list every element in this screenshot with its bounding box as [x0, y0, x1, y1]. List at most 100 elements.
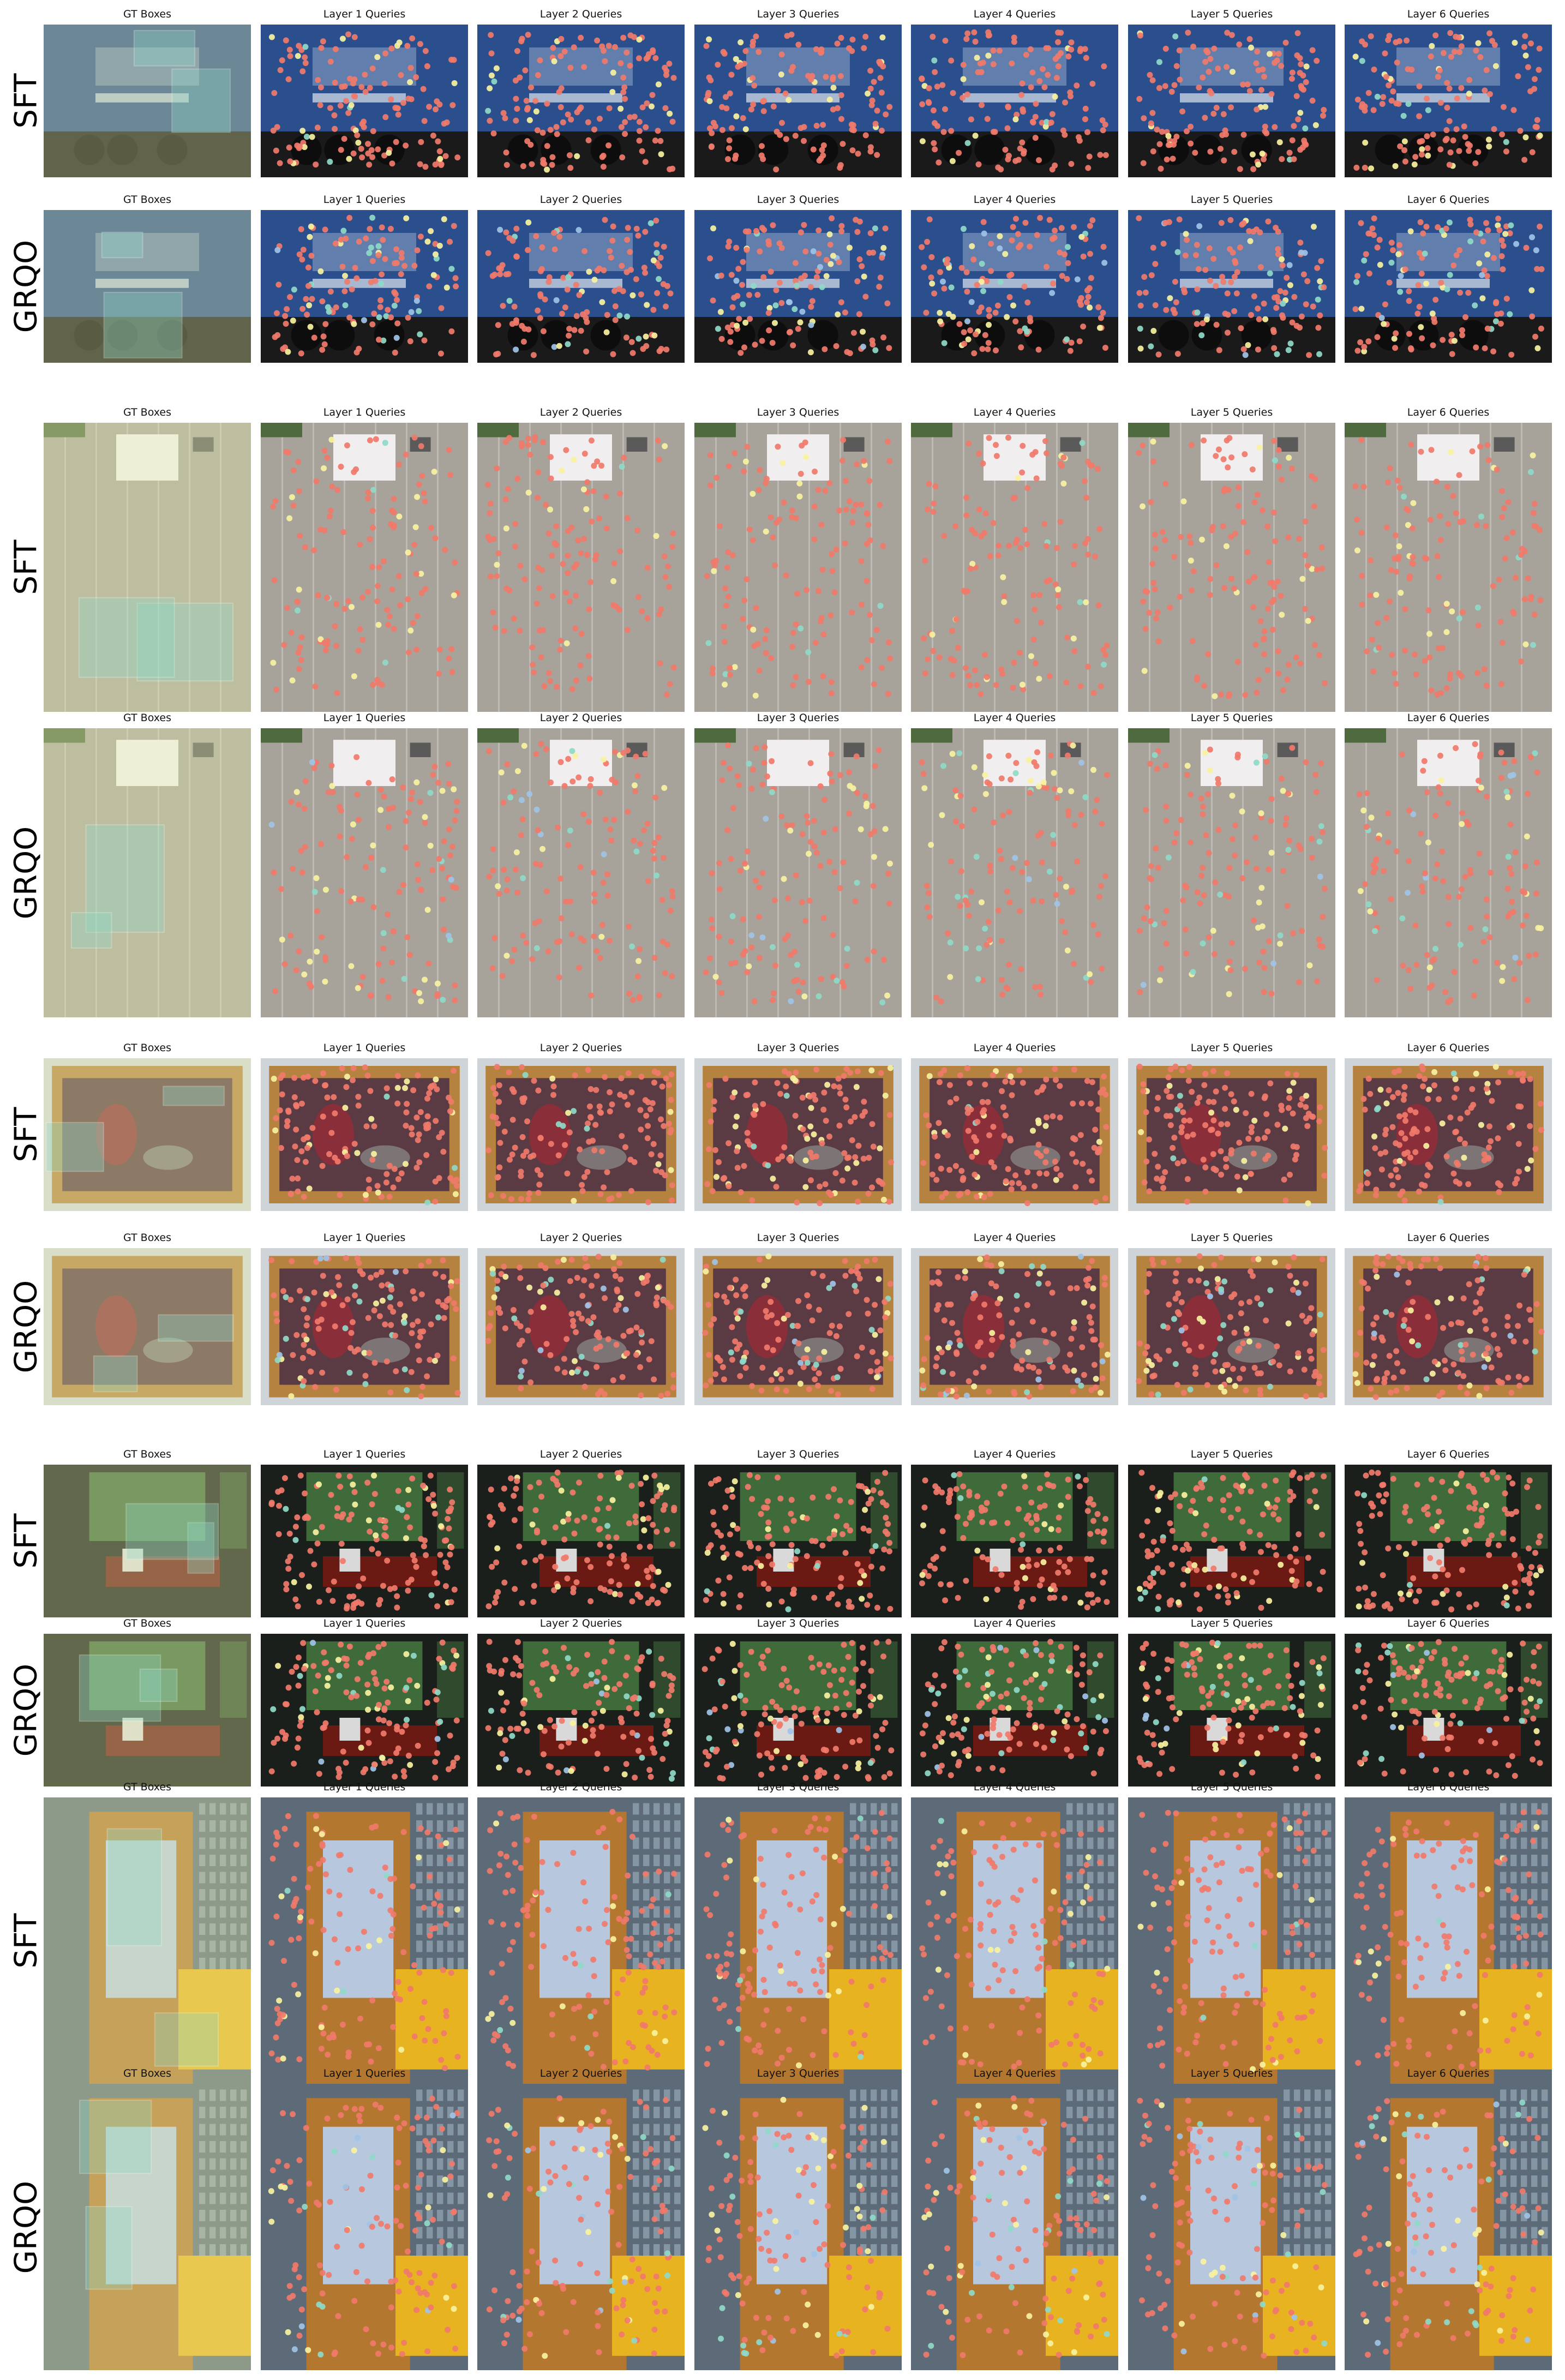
- panel-image: [44, 25, 251, 177]
- column-title: Layer 6 Queries: [1407, 2067, 1490, 2079]
- column-title: Layer 1 Queries: [323, 1448, 406, 1460]
- panel-image: [477, 1797, 685, 2084]
- layer-queries-panel: [1128, 1634, 1335, 1787]
- panel-image: [1345, 1058, 1552, 1211]
- layer-queries-panel: [694, 423, 902, 712]
- layer-queries-panel: [694, 1248, 902, 1405]
- row-label-5: GRQO: [8, 1280, 44, 1374]
- layer-queries-panel: [261, 1058, 468, 1211]
- panel-image: [477, 1634, 685, 1787]
- layer-queries-panel: [477, 423, 685, 712]
- layer-queries-panel: [477, 1058, 685, 1211]
- panel-image: [694, 1248, 902, 1405]
- column-title: Layer 2 Queries: [539, 194, 622, 206]
- layer-queries-panel: [911, 1248, 1118, 1405]
- column-title: Layer 2 Queries: [539, 712, 622, 724]
- layer-queries-panel: [261, 2084, 468, 2370]
- panel-image: [911, 728, 1118, 1017]
- panel-image: [44, 1248, 251, 1405]
- column-title: Layer 2 Queries: [539, 1617, 622, 1629]
- column-title: Layer 1 Queries: [323, 712, 406, 724]
- layer-queries-panel: [911, 1797, 1118, 2084]
- column-title: Layer 2 Queries: [539, 1042, 622, 1054]
- layer-queries-panel: [1128, 423, 1335, 712]
- layer-queries-panel: [1345, 728, 1552, 1017]
- panel-image: [261, 2084, 468, 2370]
- panel-image: [694, 423, 902, 712]
- layer-queries-panel: [477, 728, 685, 1017]
- panel-image: [911, 210, 1118, 363]
- column-title: Layer 4 Queries: [973, 1232, 1056, 1244]
- layer-queries-panel: [477, 1634, 685, 1787]
- layer-queries-panel: [911, 1634, 1118, 1787]
- layer-queries-panel: [694, 1465, 902, 1617]
- panel-image: [694, 728, 902, 1017]
- gt-boxes-panel: [44, 2084, 251, 2370]
- layer-queries-panel: [477, 1248, 685, 1405]
- column-title: Layer 1 Queries: [323, 1042, 406, 1054]
- panel-image: [1345, 1797, 1552, 2084]
- layer-queries-panel: [694, 728, 902, 1017]
- panel-image: [911, 2084, 1118, 2370]
- gt-boxes-panel: [44, 1465, 251, 1617]
- layer-queries-panel: [911, 423, 1118, 712]
- panel-image: [1128, 728, 1335, 1017]
- panel-image: [44, 1058, 251, 1211]
- layer-queries-panel: [911, 25, 1118, 177]
- layer-queries-panel: [1128, 1248, 1335, 1405]
- row-label-3: GRQO: [8, 826, 44, 920]
- column-title: GT Boxes: [123, 2067, 172, 2079]
- panel-image: [1128, 1058, 1335, 1211]
- panel-image: [1128, 25, 1335, 177]
- panel-image: [44, 210, 251, 363]
- panel-image: [911, 1058, 1118, 1211]
- layer-queries-panel: [1128, 1465, 1335, 1617]
- panel-image: [694, 2084, 902, 2370]
- column-title: Layer 2 Queries: [539, 406, 622, 418]
- column-title: Layer 2 Queries: [539, 1448, 622, 1460]
- layer-queries-panel: [1345, 1465, 1552, 1617]
- layer-queries-panel: [1345, 1248, 1552, 1405]
- panel-image: [1345, 1465, 1552, 1617]
- layer-queries-panel: [261, 423, 468, 712]
- column-title: Layer 5 Queries: [1190, 1448, 1273, 1460]
- column-title: Layer 5 Queries: [1190, 2067, 1273, 2079]
- layer-queries-panel: [261, 1248, 468, 1405]
- layer-queries-panel: [911, 2084, 1118, 2370]
- layer-queries-panel: [694, 2084, 902, 2370]
- column-title: Layer 3 Queries: [757, 1781, 840, 1793]
- panel-image: [694, 25, 902, 177]
- panel-image: [1128, 1465, 1335, 1617]
- panel-image: [261, 1797, 468, 2084]
- column-title: Layer 5 Queries: [1190, 406, 1273, 418]
- panel-image: [694, 1058, 902, 1211]
- panel-image: [261, 1465, 468, 1617]
- column-title: GT Boxes: [123, 1781, 172, 1793]
- layer-queries-panel: [1128, 210, 1335, 363]
- panel-image: [911, 1465, 1118, 1617]
- row-label-8: SFT: [8, 1913, 44, 1968]
- panel-image: [1345, 1248, 1552, 1405]
- layer-queries-panel: [1345, 2084, 1552, 2370]
- column-title: Layer 4 Queries: [973, 406, 1056, 418]
- panel-image: [1345, 25, 1552, 177]
- row-label-2: SFT: [8, 539, 44, 595]
- layer-queries-panel: [694, 210, 902, 363]
- column-title: Layer 3 Queries: [757, 1617, 840, 1629]
- panel-image: [261, 1248, 468, 1405]
- column-title: Layer 5 Queries: [1190, 1617, 1273, 1629]
- panel-image: [261, 25, 468, 177]
- panel-image: [477, 1058, 685, 1211]
- panel-image: [694, 210, 902, 363]
- layer-queries-panel: [911, 1058, 1118, 1211]
- panel-image: [261, 728, 468, 1017]
- column-title: Layer 4 Queries: [973, 2067, 1056, 2079]
- panel-image: [477, 2084, 685, 2370]
- layer-queries-panel: [477, 25, 685, 177]
- column-title: Layer 4 Queries: [973, 1781, 1056, 1793]
- layer-queries-panel: [1128, 25, 1335, 177]
- layer-queries-panel: [261, 1465, 468, 1617]
- panel-image: [1345, 423, 1552, 712]
- panel-image: [1345, 210, 1552, 363]
- layer-queries-panel: [1345, 210, 1552, 363]
